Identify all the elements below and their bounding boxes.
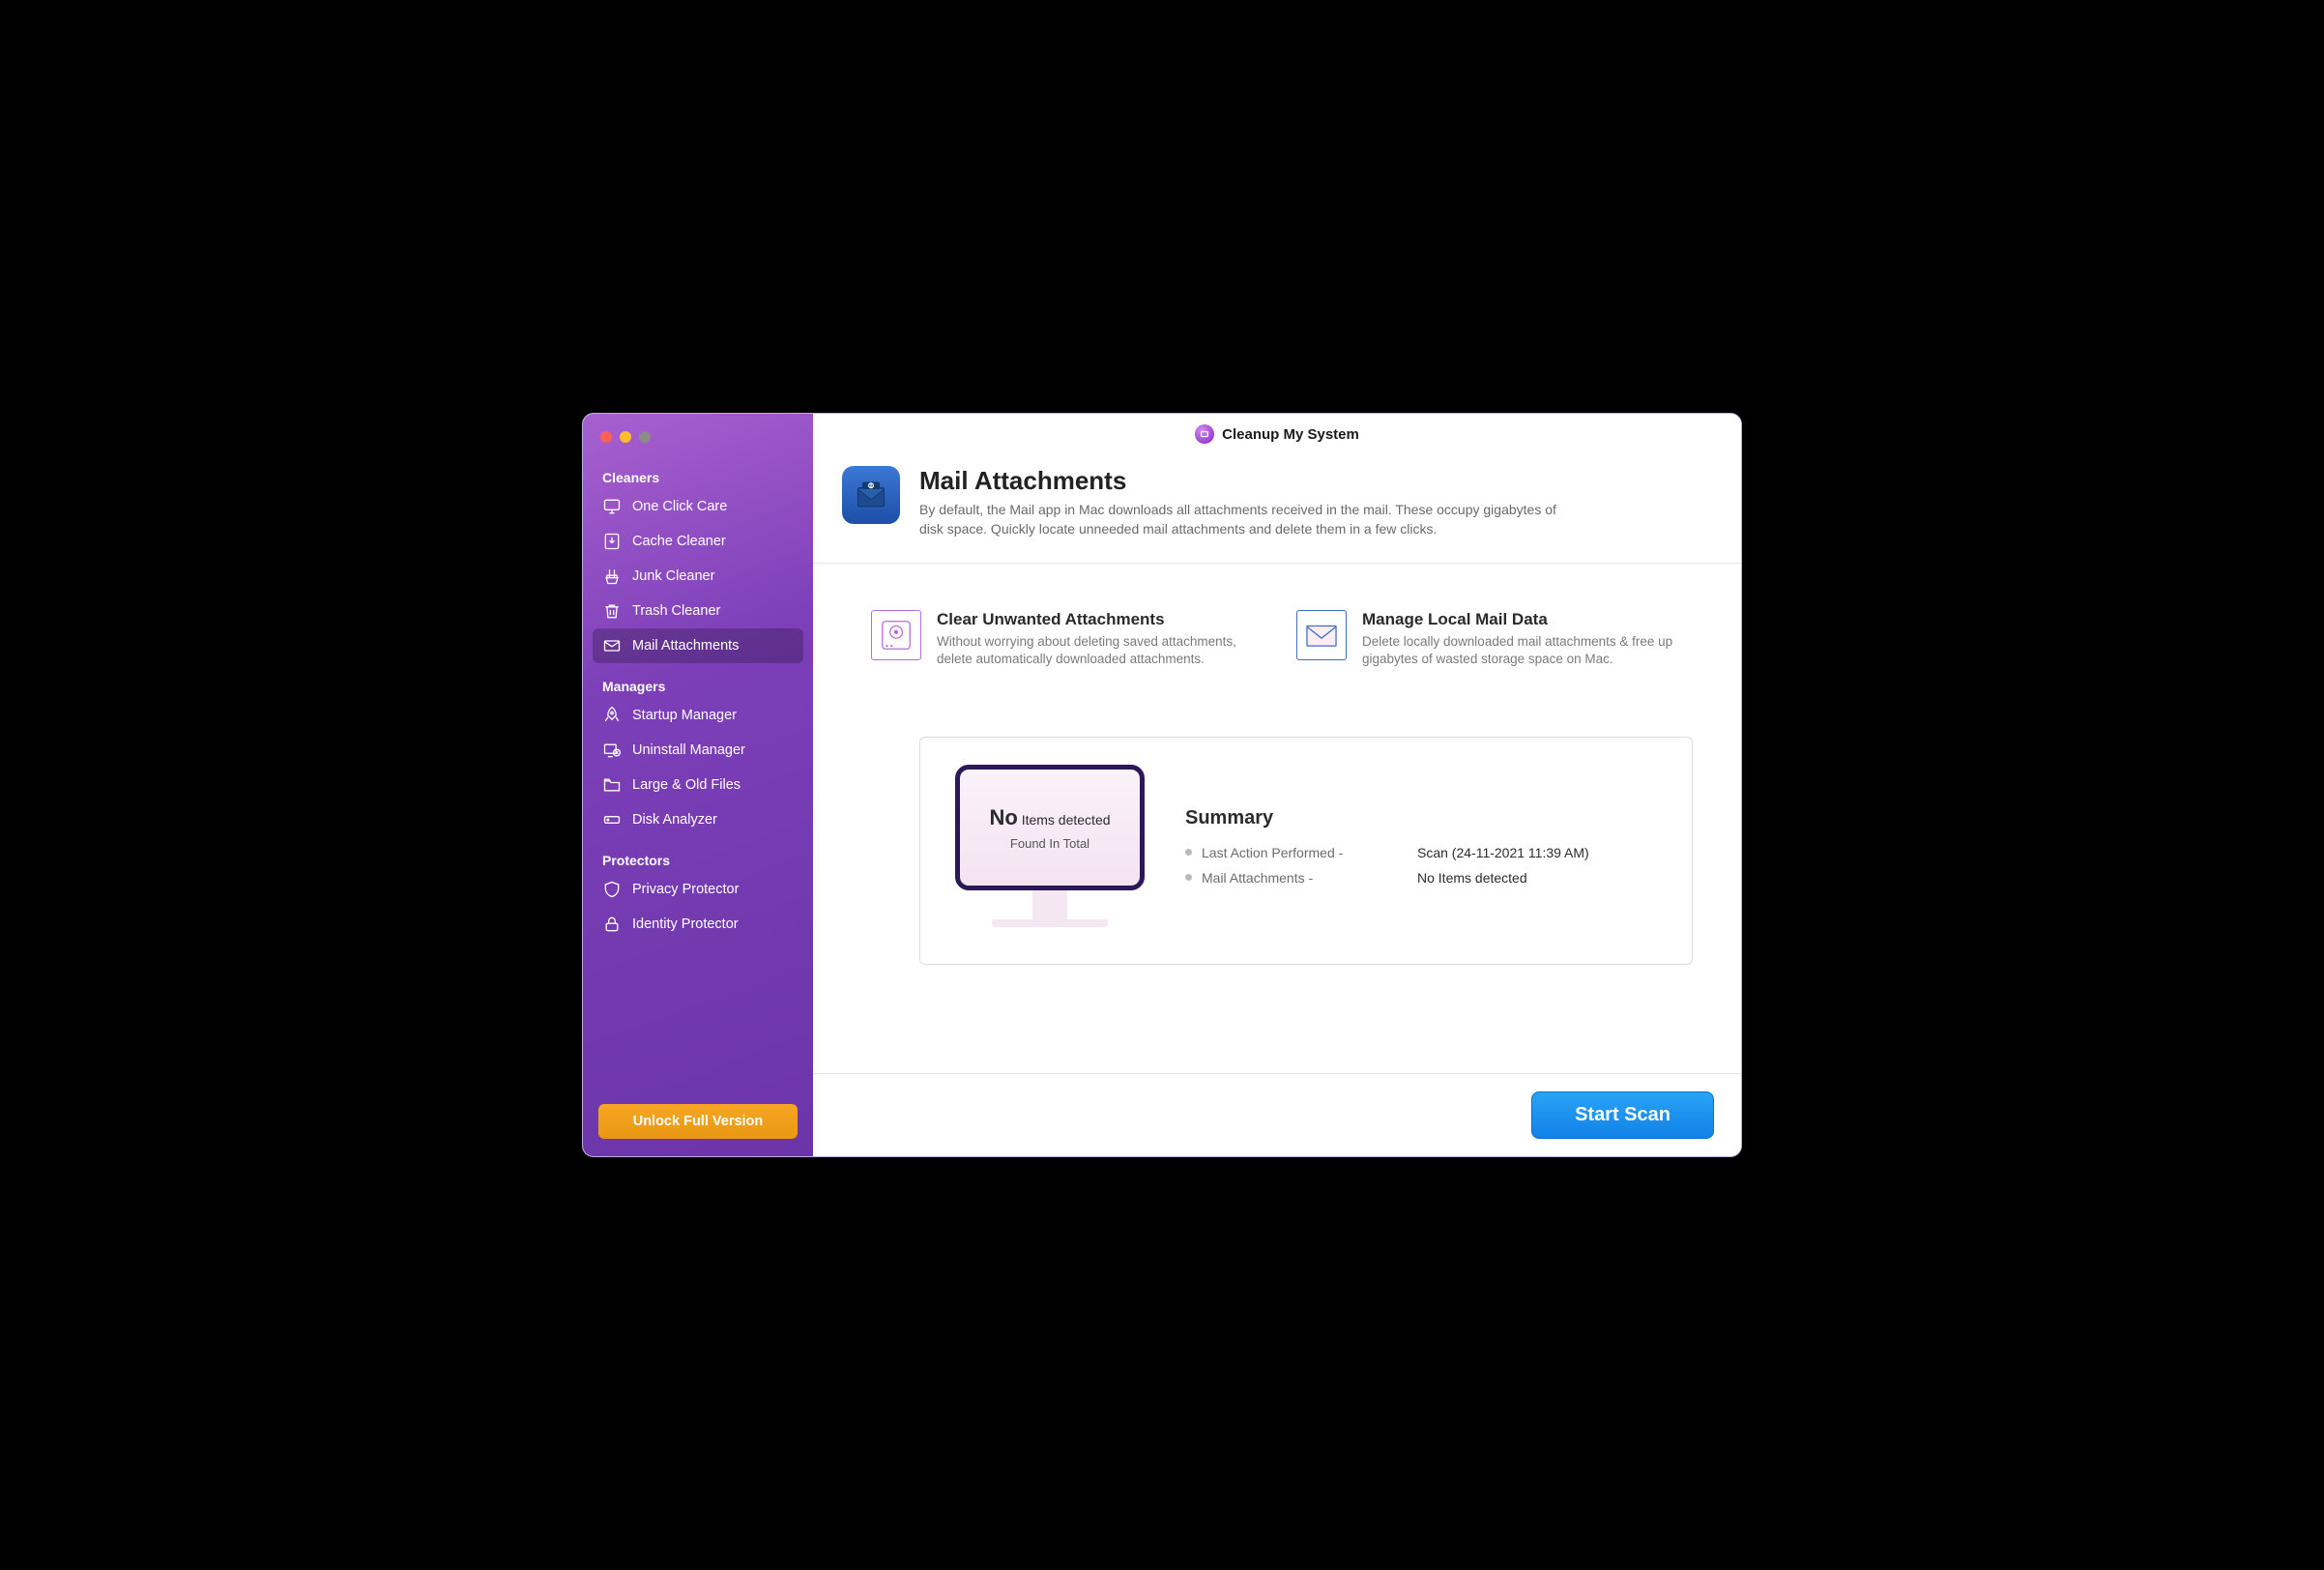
sidebar-item-cache-cleaner[interactable]: Cache Cleaner <box>593 524 803 559</box>
feature-title: Manage Local Mail Data <box>1362 610 1683 629</box>
sidebar-item-label: Startup Manager <box>632 708 737 723</box>
page-description: By default, the Mail app in Mac download… <box>919 500 1577 539</box>
sidebar-item-label: Cache Cleaner <box>632 534 726 549</box>
close-icon[interactable] <box>600 431 612 443</box>
monitor-primary-text: No Items detected <box>989 805 1110 830</box>
disk-icon <box>602 810 622 829</box>
sidebar: Cleaners One Click Care Cache Cleaner Ju… <box>583 414 813 1156</box>
sidebar-section-protectors: Protectors <box>593 847 803 872</box>
sidebar-item-label: One Click Care <box>632 499 727 514</box>
rocket-icon <box>602 706 622 725</box>
folder-icon <box>602 775 622 795</box>
summary-row-value: Scan (24-11-2021 11:39 AM) <box>1417 845 1659 860</box>
sidebar-item-disk-analyzer[interactable]: Disk Analyzer <box>593 802 803 837</box>
sidebar-item-label: Mail Attachments <box>632 638 739 654</box>
summary-panel: No Items detected Found In Total Summary… <box>919 737 1693 965</box>
sidebar-item-label: Disk Analyzer <box>632 812 717 828</box>
sidebar-section-managers: Managers <box>593 673 803 698</box>
feature-manage-mail-data: Manage Local Mail Data Delete locally do… <box>1296 610 1683 670</box>
sidebar-item-label: Privacy Protector <box>632 882 739 897</box>
footer: Start Scan <box>813 1073 1741 1156</box>
app-title: Cleanup My System <box>1222 426 1359 443</box>
summary-monitor-graphic: No Items detected Found In Total <box>953 765 1147 927</box>
sidebar-item-label: Large & Old Files <box>632 777 741 793</box>
page-title: Mail Attachments <box>919 466 1577 496</box>
window-controls <box>593 431 803 443</box>
summary-row-value: No Items detected <box>1417 870 1659 886</box>
summary-heading: Summary <box>1185 807 1659 829</box>
envelope-icon <box>1296 610 1347 660</box>
sidebar-item-uninstall-manager[interactable]: Uninstall Manager <box>593 733 803 768</box>
app-logo-icon <box>1195 424 1214 444</box>
sidebar-item-privacy-protector[interactable]: Privacy Protector <box>593 872 803 907</box>
shield-icon <box>602 880 622 899</box>
sidebar-item-trash-cleaner[interactable]: Trash Cleaner <box>593 594 803 628</box>
sidebar-item-large-old-files[interactable]: Large & Old Files <box>593 768 803 802</box>
page-header: Mail Attachments By default, the Mail ap… <box>813 454 1741 564</box>
minimize-icon[interactable] <box>620 431 631 443</box>
features-row: Clear Unwanted Attachments Without worry… <box>813 564 1741 699</box>
sidebar-item-label: Uninstall Manager <box>632 742 745 758</box>
mail-icon <box>602 636 622 655</box>
feature-clear-unwanted: Clear Unwanted Attachments Without worry… <box>871 610 1258 670</box>
sidebar-item-label: Trash Cleaner <box>632 603 720 619</box>
app-window: Cleaners One Click Care Cache Cleaner Ju… <box>582 413 1742 1157</box>
drive-clear-icon <box>871 610 921 660</box>
sidebar-item-junk-cleaner[interactable]: Junk Cleaner <box>593 559 803 594</box>
sidebar-item-startup-manager[interactable]: Startup Manager <box>593 698 803 733</box>
summary-row-label: Last Action Performed - <box>1185 845 1408 860</box>
sidebar-section-cleaners: Cleaners <box>593 464 803 489</box>
sidebar-item-one-click-care[interactable]: One Click Care <box>593 489 803 524</box>
unlock-full-version-button[interactable]: Unlock Full Version <box>598 1104 798 1139</box>
titlebar: Cleanup My System <box>813 414 1741 454</box>
sidebar-item-label: Junk Cleaner <box>632 568 714 584</box>
sidebar-item-mail-attachments[interactable]: Mail Attachments <box>593 628 803 663</box>
feature-desc: Without worrying about deleting saved at… <box>937 633 1258 670</box>
trash-icon <box>602 601 622 621</box>
sidebar-item-label: Identity Protector <box>632 916 739 932</box>
main-content: Cleanup My System Mail Attachments By de… <box>813 414 1741 1156</box>
broom-icon <box>602 567 622 586</box>
mail-attachments-app-icon <box>842 466 900 524</box>
monitor-secondary-text: Found In Total <box>1010 836 1089 851</box>
sidebar-item-identity-protector[interactable]: Identity Protector <box>593 907 803 942</box>
maximize-icon[interactable] <box>639 431 651 443</box>
start-scan-button[interactable]: Start Scan <box>1531 1091 1714 1139</box>
feature-desc: Delete locally downloaded mail attachmen… <box>1362 633 1683 670</box>
feature-title: Clear Unwanted Attachments <box>937 610 1258 629</box>
monitor-icon <box>602 497 622 516</box>
download-box-icon <box>602 532 622 551</box>
lock-icon <box>602 915 622 934</box>
uninstall-icon <box>602 741 622 760</box>
summary-row-label: Mail Attachments - <box>1185 870 1408 886</box>
